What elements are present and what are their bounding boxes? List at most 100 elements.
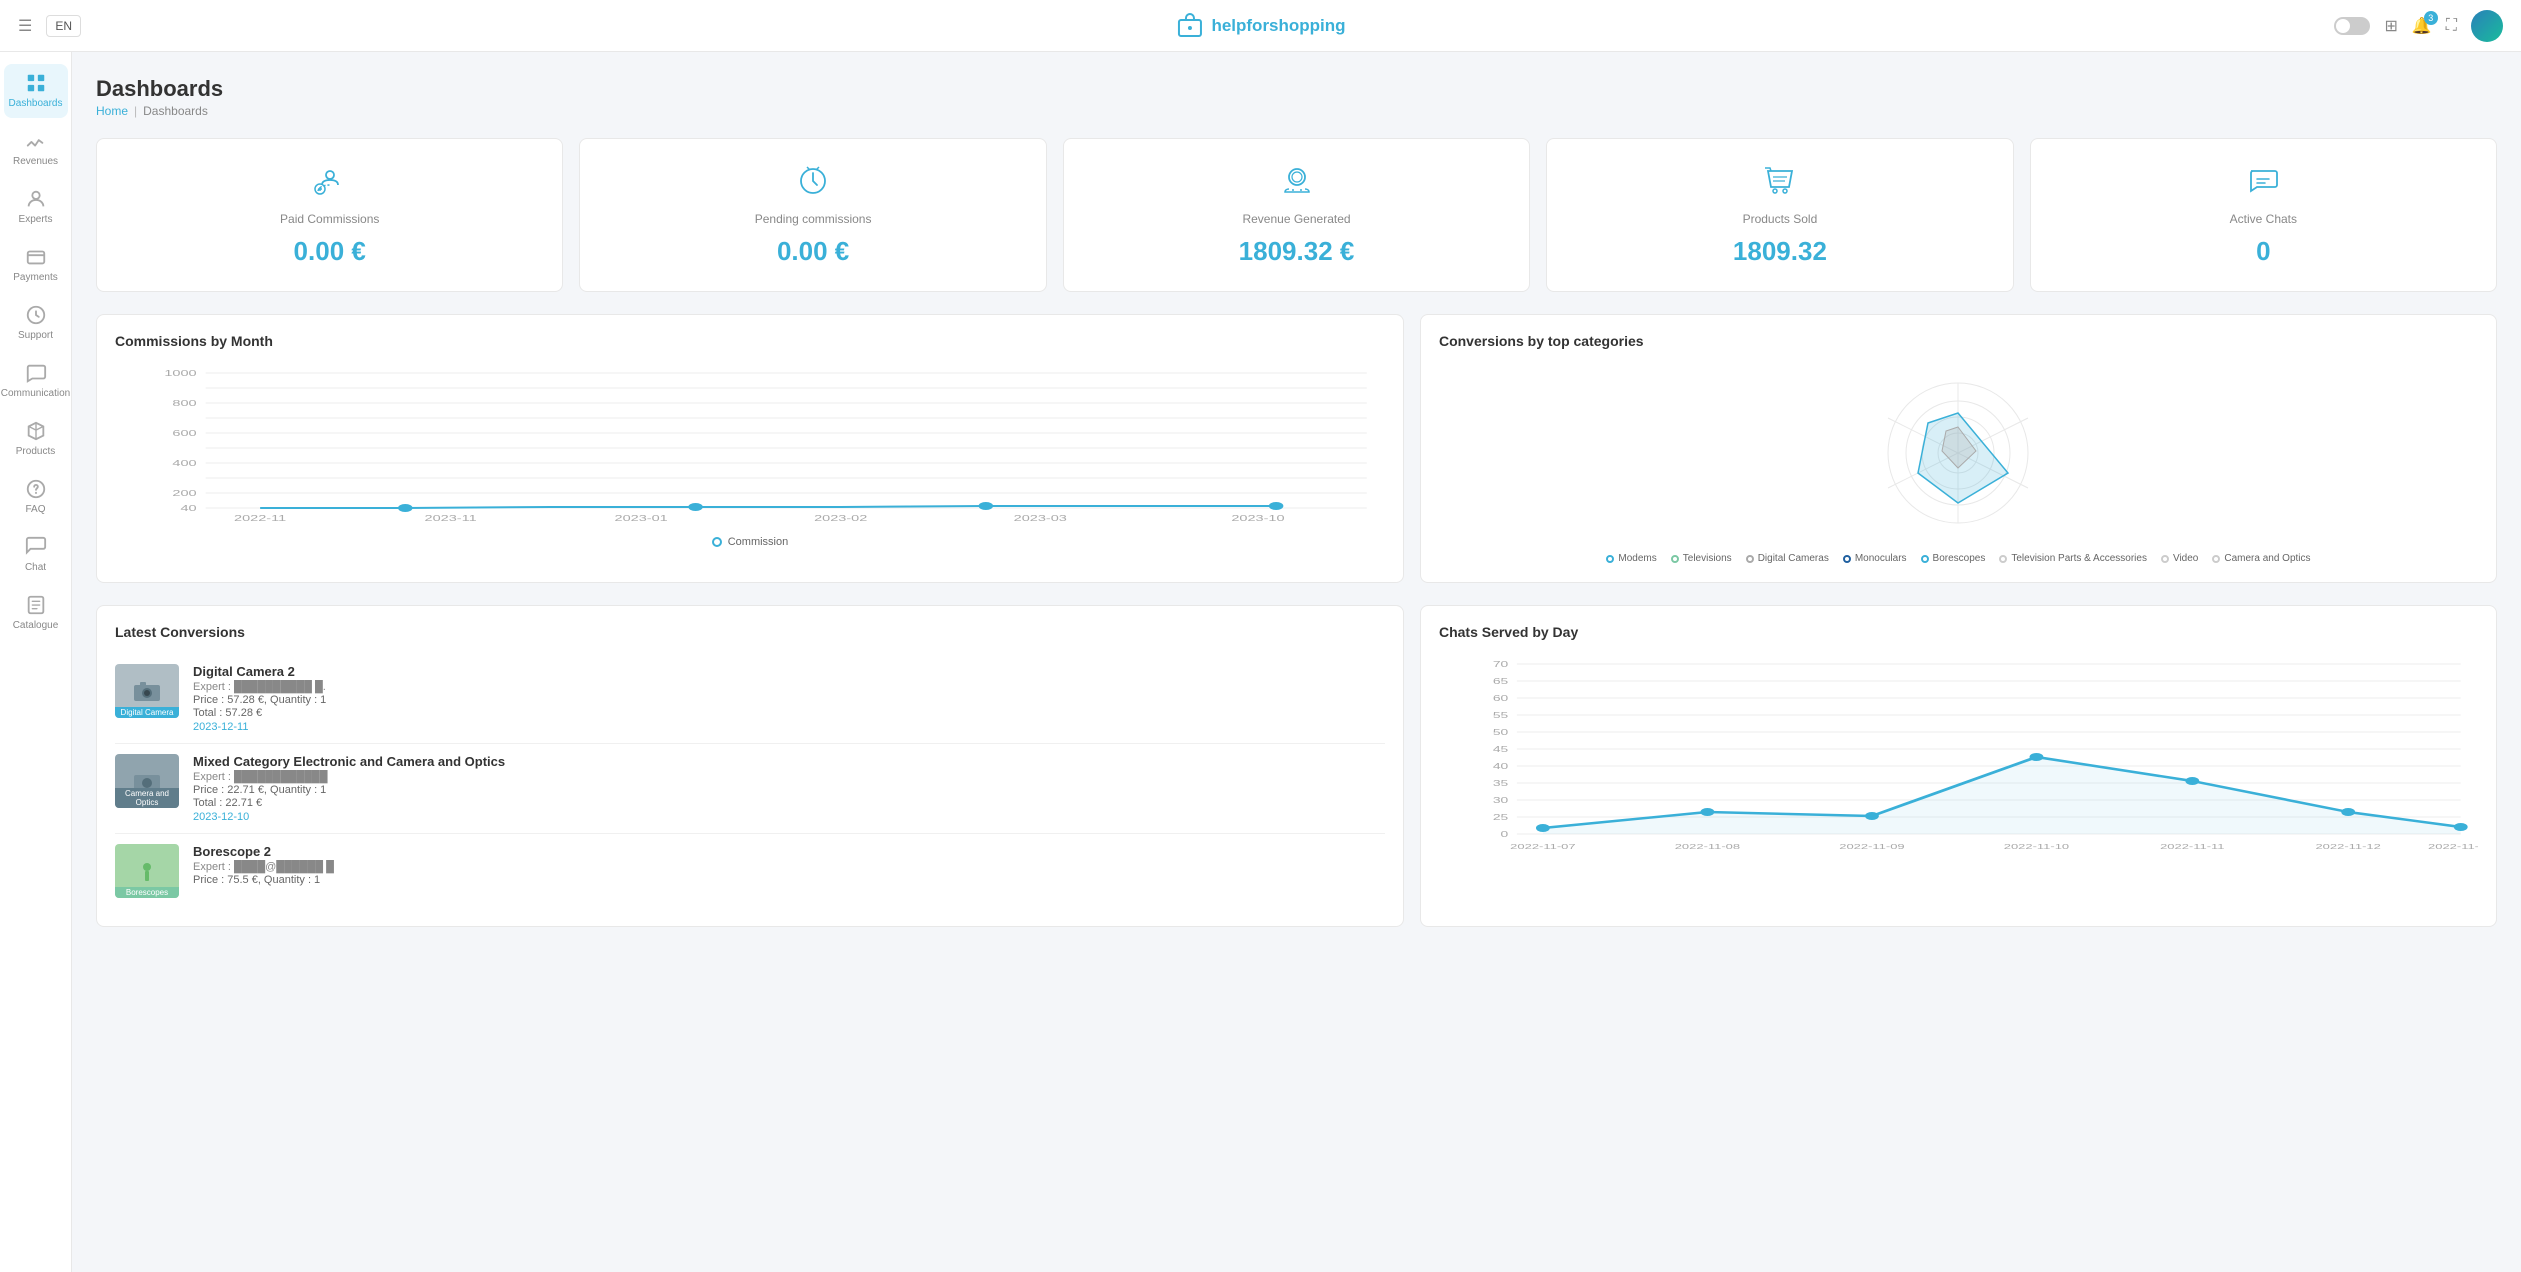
revenue-label: Revenue Generated [1242, 212, 1350, 226]
svg-text:65: 65 [1493, 678, 1508, 686]
svg-text:2022-11-07: 2022-11-07 [1510, 843, 1576, 851]
hamburger-icon[interactable]: ☰ [18, 16, 32, 36]
radar-legend-televisions: Televisions [1671, 553, 1732, 564]
borescope-thumb-icon [135, 859, 159, 883]
sidebar-item-chat[interactable]: Chat [4, 528, 68, 582]
stat-card-paid-commissions: Paid Commissions 0.00 € [96, 138, 563, 292]
sidebar-item-support[interactable]: Support [4, 296, 68, 350]
dashboard-icon [25, 72, 47, 94]
fullscreen-icon[interactable]: ⛶ [2446, 17, 2457, 35]
commissions-chart-svg: 1000 800 600 400 200 40 2022-11 2023-11 [115, 363, 1385, 523]
conversion-info-0: Digital Camera 2 Expert : ██████████ █. … [193, 664, 1385, 733]
pending-commissions-label: Pending commissions [755, 212, 872, 226]
conversion-price-2: Price : 75.5 €, Quantity : 1 [193, 874, 1385, 886]
tv-parts-dot [1999, 555, 2007, 563]
page-header: Dashboards Home | Dashboards [96, 76, 2497, 118]
svg-text:40: 40 [181, 504, 198, 513]
camera-optics-label: Camera and Optics [2224, 553, 2310, 564]
video-dot [2161, 555, 2169, 563]
svg-text:2023-10: 2023-10 [1231, 514, 1285, 523]
active-chats-icon [2245, 163, 2281, 202]
conversion-info-1: Mixed Category Electronic and Camera and… [193, 754, 1385, 823]
toggle-switch[interactable] [2334, 17, 2370, 35]
chats-chart-panel: Chats Served by Day 70 65 [1420, 605, 2497, 927]
breadcrumb: Home | Dashboards [96, 104, 2497, 118]
pending-commissions-icon [795, 163, 831, 202]
topbar-left: ☰ EN [18, 15, 81, 37]
latest-conversions-title: Latest Conversions [115, 624, 1385, 640]
bottom-row: Latest Conversions Digital Camera [96, 605, 2497, 927]
commissions-legend: Commission [115, 536, 1385, 548]
digital-cameras-dot [1746, 555, 1754, 563]
page-title: Dashboards [96, 76, 2497, 102]
televisions-label: Televisions [1683, 553, 1732, 564]
stat-card-products-sold: Products Sold 1809.32 [1546, 138, 2013, 292]
grid-icon[interactable]: ⊞ [2384, 16, 2397, 36]
products-sold-label: Products Sold [1743, 212, 1818, 226]
paid-commissions-value: 0.00 € [294, 236, 366, 267]
products-icon [25, 420, 47, 442]
sidebar-item-faq[interactable]: FAQ [4, 470, 68, 524]
camera-thumb-icon [132, 679, 162, 703]
conversion-badge-0: Digital Camera [115, 707, 179, 718]
conversion-date-0: 2023-12-11 [193, 721, 1385, 733]
radar-legend: Modems Televisions Digital Cameras [1606, 553, 2310, 564]
conversion-total-1: Total : 22.71 € [193, 797, 1385, 809]
chat-side-icon [25, 536, 47, 558]
stat-card-revenue: Revenue Generated 1809.32 € [1063, 138, 1530, 292]
sidebar-item-revenues[interactable]: Revenues [4, 122, 68, 176]
topbar-right: ⊞ 🔔 3 ⛶ [2334, 10, 2503, 42]
svg-text:2022-11-11: 2022-11-11 [2160, 843, 2225, 851]
borescopes-dot [1921, 555, 1929, 563]
revenues-icon [25, 130, 47, 152]
sidebar-label-experts: Experts [19, 214, 53, 226]
paid-commissions-label: Paid Commissions [280, 212, 379, 226]
svg-text:25: 25 [1493, 814, 1508, 822]
chats-chart-title: Chats Served by Day [1439, 624, 2478, 640]
svg-text:2022-11-08: 2022-11-08 [1675, 843, 1741, 851]
svg-text:2022-11-13: 2022-11-13 [2428, 843, 2478, 851]
televisions-dot [1671, 555, 1679, 563]
camera-optics-dot [2212, 555, 2220, 563]
conversion-thumb-2: Borescopes [115, 844, 179, 898]
conversion-price-0: Price : 57.28 €, Quantity : 1 [193, 694, 1385, 706]
svg-text:40: 40 [1493, 763, 1508, 771]
stat-card-active-chats: Active Chats 0 [2030, 138, 2497, 292]
main-content: Dashboards Home | Dashboards [72, 52, 2521, 1272]
sidebar: Dashboards Revenues Experts Payments [0, 52, 72, 1272]
svg-text:200: 200 [172, 489, 197, 498]
svg-text:70: 70 [1493, 661, 1508, 669]
svg-text:2022-11: 2022-11 [234, 514, 286, 523]
sidebar-item-catalogue[interactable]: Catalogue [4, 586, 68, 640]
sidebar-label-communication: Communication [1, 388, 70, 400]
sidebar-item-communication[interactable]: Communication [4, 354, 68, 408]
faq-icon [25, 478, 47, 500]
sidebar-label-revenues: Revenues [13, 156, 58, 168]
svg-text:2022-11-10: 2022-11-10 [2004, 843, 2070, 851]
sidebar-item-products[interactable]: Products [4, 412, 68, 466]
sidebar-item-payments[interactable]: Payments [4, 238, 68, 292]
logo-icon [1175, 12, 1203, 40]
conversion-item-2: Borescopes Borescope 2 Expert : ████@███… [115, 834, 1385, 908]
lang-button[interactable]: EN [46, 15, 81, 37]
commissions-chart-panel: Commissions by Month 1000 800 [96, 314, 1404, 583]
topbar-logo: helpforshopping [1175, 12, 1345, 40]
sidebar-item-experts[interactable]: Experts [4, 180, 68, 234]
notification-icon[interactable]: 🔔 3 [2412, 16, 2432, 36]
conversion-thumb-1: Camera and Optics [115, 754, 179, 808]
svg-text:400: 400 [172, 459, 197, 468]
communication-icon [25, 362, 47, 384]
active-chats-value: 0 [2256, 236, 2270, 267]
chats-chart-svg: 70 65 60 55 50 45 40 35 30 25 0 [1439, 654, 2478, 854]
conversion-price-1: Price : 22.71 €, Quantity : 1 [193, 784, 1385, 796]
revenue-value: 1809.32 € [1239, 236, 1355, 267]
stat-card-pending-commissions: Pending commissions 0.00 € [579, 138, 1046, 292]
sidebar-item-dashboards[interactable]: Dashboards [4, 64, 68, 118]
breadcrumb-home[interactable]: Home [96, 104, 128, 118]
svg-text:2022-11-09: 2022-11-09 [1839, 843, 1905, 851]
video-label: Video [2173, 553, 2198, 564]
modems-label: Modems [1618, 553, 1656, 564]
user-avatar[interactable] [2471, 10, 2503, 42]
svg-text:2023-11: 2023-11 [425, 514, 477, 523]
conversion-expert-1: Expert : ████████████ [193, 771, 1385, 783]
